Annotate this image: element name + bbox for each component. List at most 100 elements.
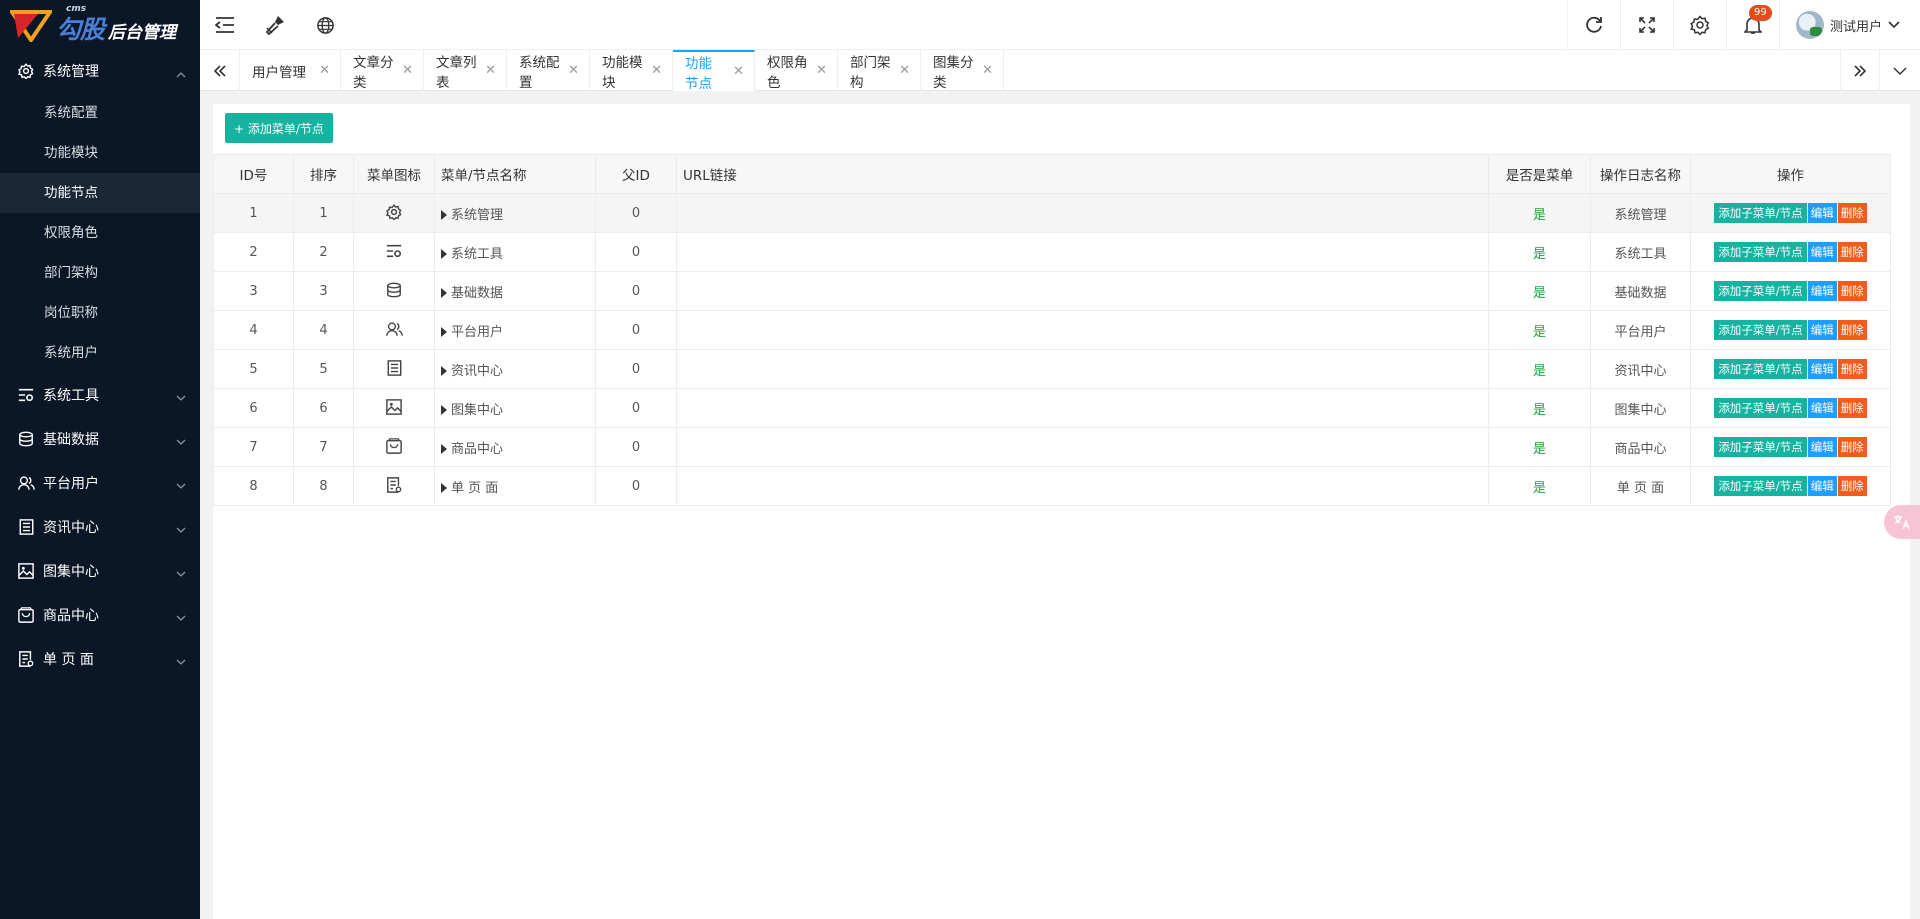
close-icon[interactable]: ✕ xyxy=(733,64,744,79)
tab[interactable]: 用户管理 ✕ xyxy=(240,50,341,91)
add-child-button[interactable]: 添加子菜单/节点 xyxy=(1714,242,1807,262)
sidebar-group[interactable]: 资讯中心 xyxy=(0,505,200,549)
logo-brand: 勾股 xyxy=(56,14,105,44)
cell-url xyxy=(676,232,1489,272)
edit-button[interactable]: 编辑 xyxy=(1807,359,1837,379)
article-icon xyxy=(17,518,35,536)
edit-button[interactable]: 编辑 xyxy=(1807,203,1837,223)
sidebar-item[interactable]: 功能模块 xyxy=(0,133,200,173)
edit-button[interactable]: 编辑 xyxy=(1807,320,1837,340)
refresh-button[interactable] xyxy=(1568,0,1620,50)
cell-icon xyxy=(353,310,435,350)
add-child-button[interactable]: 添加子菜单/节点 xyxy=(1714,398,1807,418)
settings-button[interactable] xyxy=(1674,0,1726,50)
tab-label: 用户管理 xyxy=(252,64,306,81)
sidebar-item[interactable]: 系统配置 xyxy=(0,93,200,133)
close-icon[interactable]: ✕ xyxy=(651,63,662,78)
close-icon[interactable]: ✕ xyxy=(319,63,330,78)
cell-name[interactable]: 基础数据 xyxy=(434,271,596,311)
edit-button[interactable]: 编辑 xyxy=(1807,476,1837,496)
add-child-button[interactable]: 添加子菜单/节点 xyxy=(1714,476,1807,496)
tab-label: 功能模块 xyxy=(602,54,643,91)
edit-button[interactable]: 编辑 xyxy=(1807,437,1837,457)
tab[interactable]: 权限角色 ✕ xyxy=(755,50,838,91)
logo[interactable]: cms 勾股 后台管理 xyxy=(0,0,200,49)
add-node-button[interactable]: + 添加菜单/节点 xyxy=(225,113,333,143)
expand-arrow-icon[interactable] xyxy=(441,287,447,298)
tab[interactable]: 功能模块 ✕ xyxy=(590,50,673,91)
add-child-button[interactable]: 添加子菜单/节点 xyxy=(1714,203,1807,223)
close-icon[interactable]: ✕ xyxy=(816,63,827,78)
sidebar-group[interactable]: 图集中心 xyxy=(0,549,200,593)
add-child-button[interactable]: 添加子菜单/节点 xyxy=(1714,359,1807,379)
close-icon[interactable]: ✕ xyxy=(485,63,496,78)
expand-arrow-icon[interactable] xyxy=(441,482,447,493)
tab[interactable]: 文章分类 ✕ xyxy=(341,50,424,91)
expand-arrow-icon[interactable] xyxy=(441,404,447,415)
close-icon[interactable]: ✕ xyxy=(899,63,910,78)
cell-name[interactable]: 图集中心 xyxy=(434,388,596,428)
sidebar-item[interactable]: 功能节点 xyxy=(0,173,200,213)
fullscreen-button[interactable] xyxy=(1621,0,1673,50)
add-child-button[interactable]: 添加子菜单/节点 xyxy=(1714,437,1807,457)
sidebar-group[interactable]: 平台用户 xyxy=(0,461,200,505)
sidebar-group[interactable]: 系统工具 xyxy=(0,373,200,417)
delete-button[interactable]: 删除 xyxy=(1837,476,1867,496)
tab[interactable]: 图集分类 ✕ xyxy=(921,50,1004,91)
close-icon[interactable]: ✕ xyxy=(982,63,993,78)
row-actions: 添加子菜单/节点 编辑 删除 xyxy=(1714,398,1867,418)
expand-arrow-icon[interactable] xyxy=(441,365,447,376)
cell-name[interactable]: 系统管理 xyxy=(434,193,596,233)
sidebar-group[interactable]: 商品中心 xyxy=(0,593,200,637)
expand-arrow-icon[interactable] xyxy=(441,443,447,454)
cell-name[interactable]: 资讯中心 xyxy=(434,349,596,389)
row-actions: 添加子菜单/节点 编辑 删除 xyxy=(1714,281,1867,301)
delete-button[interactable]: 删除 xyxy=(1837,320,1867,340)
user-menu[interactable]: 测试用户 xyxy=(1795,0,1900,50)
sidebar-item[interactable]: 岗位职称 xyxy=(0,293,200,333)
add-child-button[interactable]: 添加子菜单/节点 xyxy=(1714,281,1807,301)
column-header: URL链接 xyxy=(676,154,1489,194)
edit-button[interactable]: 编辑 xyxy=(1807,398,1837,418)
cell-name[interactable]: 平台用户 xyxy=(434,310,596,350)
sidebar-item[interactable]: 权限角色 xyxy=(0,213,200,253)
clear-cache-button[interactable] xyxy=(250,0,300,50)
edit-button[interactable]: 编辑 xyxy=(1807,281,1837,301)
sidebar-group[interactable]: 单 页 面 xyxy=(0,637,200,681)
tabs-scroll-right-button[interactable] xyxy=(1840,50,1880,91)
cell-name[interactable]: 单 页 面 xyxy=(434,466,596,506)
delete-button[interactable]: 删除 xyxy=(1837,437,1867,457)
sidebar-group[interactable]: 基础数据 xyxy=(0,417,200,461)
expand-arrow-icon[interactable] xyxy=(441,326,447,337)
sidebar-group[interactable]: 系统管理 xyxy=(0,49,200,93)
chevron-down-icon xyxy=(1893,66,1907,75)
delete-button[interactable]: 删除 xyxy=(1837,203,1867,223)
delete-button[interactable]: 删除 xyxy=(1837,281,1867,301)
edit-button[interactable]: 编辑 xyxy=(1807,242,1837,262)
toggle-sidebar-button[interactable] xyxy=(200,0,250,50)
tab[interactable]: 功能节点 ✕ xyxy=(673,50,755,92)
translate-float-button[interactable] xyxy=(1884,505,1920,539)
expand-arrow-icon[interactable] xyxy=(441,209,447,220)
sidebar-item[interactable]: 部门架构 xyxy=(0,253,200,293)
top-header: 99 测试用户 xyxy=(200,0,1920,50)
notification-button[interactable]: 99 xyxy=(1727,0,1779,50)
cell-name[interactable]: 商品中心 xyxy=(434,427,596,467)
tab[interactable]: 部门架构 ✕ xyxy=(838,50,921,91)
tab[interactable]: 文章列表 ✕ xyxy=(424,50,507,91)
chevron-up-icon xyxy=(176,66,186,78)
website-button[interactable] xyxy=(300,0,350,50)
close-icon[interactable]: ✕ xyxy=(402,63,413,78)
cell-name[interactable]: 系统工具 xyxy=(434,232,596,272)
close-icon[interactable]: ✕ xyxy=(568,63,579,78)
tab[interactable]: 系统配置 ✕ xyxy=(507,50,590,91)
sidebar-item[interactable]: 系统用户 xyxy=(0,333,200,373)
delete-button[interactable]: 删除 xyxy=(1837,398,1867,418)
expand-arrow-icon[interactable] xyxy=(441,248,447,259)
delete-button[interactable]: 删除 xyxy=(1837,242,1867,262)
tabs-scroll-left-button[interactable] xyxy=(200,50,240,91)
delete-button[interactable]: 删除 xyxy=(1837,359,1867,379)
table-row: 5 5 资讯中心 0 是资讯中心 添加子菜单/节点 编辑 删除 xyxy=(213,349,1891,389)
add-child-button[interactable]: 添加子菜单/节点 xyxy=(1714,320,1807,340)
tabs-dropdown-button[interactable] xyxy=(1880,50,1920,91)
